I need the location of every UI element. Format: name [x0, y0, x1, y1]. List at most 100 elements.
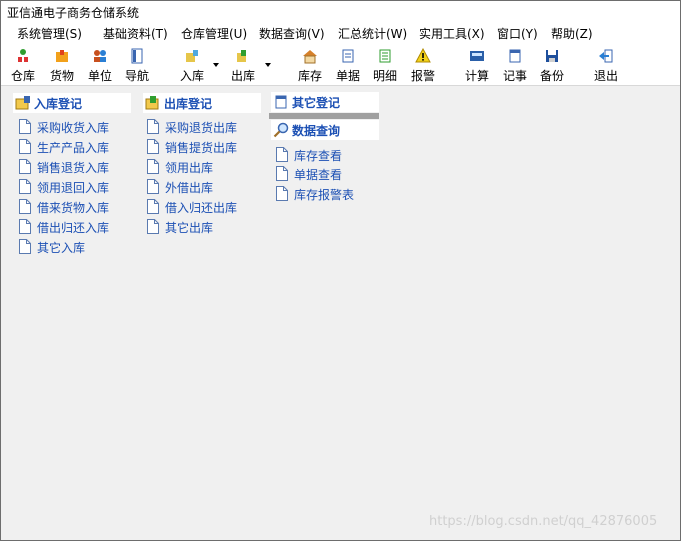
stock-in-link-label: 销售退货入库 [37, 161, 110, 175]
document-icon [147, 179, 159, 194]
stock-in-link-label: 借来货物入库 [37, 201, 110, 215]
alarm-icon [415, 48, 431, 63]
stock-in-button[interactable]: 入库 [175, 45, 209, 83]
stock-in-dropdown[interactable] [212, 61, 220, 69]
inventory-button[interactable]: 库存 [293, 45, 327, 83]
navigation-button[interactable]: 导航 [120, 45, 154, 83]
backup-icon [546, 50, 558, 62]
stock-in-panel-header: 入库登记 [13, 93, 131, 113]
details-label: 明细 [372, 69, 397, 83]
menu-basic-data[interactable]: 基础资料(T) [103, 25, 168, 42]
search-icon [273, 122, 289, 138]
notepad-icon [509, 49, 521, 63]
menu-data-query[interactable]: 数据查询(V) [259, 25, 325, 42]
goods-button[interactable]: 货物 [45, 45, 79, 83]
navigation-icon [131, 48, 143, 64]
menu-warehouse[interactable]: 仓库管理(U) [181, 25, 247, 42]
menu-window[interactable]: 窗口(Y) [497, 25, 538, 42]
exit-button[interactable]: 退出 [589, 45, 623, 83]
units-button[interactable]: 单位 [83, 45, 117, 83]
notepad-label: 记事 [502, 69, 527, 83]
stock-in-label: 入库 [179, 69, 204, 83]
alarm-label: 报警 [410, 69, 435, 83]
menu-statistics[interactable]: 汇总统计(W) [338, 25, 407, 42]
document-icon [147, 159, 159, 174]
warehouse-label: 仓库 [10, 69, 35, 83]
documents-label: 单据 [335, 69, 360, 83]
stock-out-label: 出库 [230, 69, 255, 83]
menu-tools[interactable]: 实用工具(X) [419, 25, 485, 42]
stock-out-link-label: 外借出库 [165, 181, 214, 195]
document-icon [19, 179, 31, 194]
inventory-label: 库存 [297, 69, 322, 83]
stock-out-button[interactable]: 出库 [226, 45, 260, 83]
query-link-label: 库存报警表 [294, 188, 355, 202]
details-button[interactable]: 明细 [368, 45, 402, 83]
document-icon [19, 219, 31, 234]
goods-label: 货物 [49, 69, 74, 83]
stock-out-link-label: 采购退货出库 [165, 121, 238, 135]
watermark: https://blog.csdn.net/qq_42876005 [429, 514, 658, 529]
stock-in-link-label: 借出归还入库 [37, 221, 110, 235]
navigation-label: 导航 [124, 69, 149, 83]
chevron-down-icon [213, 63, 219, 67]
other-panel-header[interactable]: 其它登记 [271, 92, 379, 112]
notebook-icon [275, 95, 287, 109]
document-icon [276, 166, 288, 181]
chevron-down-icon [265, 63, 271, 67]
stock-in-link-label: 采购收货入库 [37, 121, 110, 135]
stock-in-link-label: 生产产品入库 [37, 141, 110, 155]
stock-in-link-label: 其它入库 [37, 241, 86, 255]
panel-separator [269, 113, 379, 119]
notepad-button[interactable]: 记事 [498, 45, 532, 83]
query-panel-title: 数据查询 [292, 124, 341, 138]
title-bar[interactable]: 亚信通电子商务仓储系统 [1, 1, 680, 21]
document-icon [19, 159, 31, 174]
folder-box-icon [145, 96, 159, 110]
app-window: 亚信通电子商务仓储系统 系统管理(S) 基础资料(T) 仓库管理(U) 数据查询… [0, 0, 681, 541]
details-icon [379, 49, 391, 63]
stock-out-icon [237, 50, 246, 62]
calculator-label: 计算 [464, 69, 489, 83]
exit-icon [599, 49, 613, 63]
stock-out-link-label: 销售提货出库 [165, 141, 238, 155]
query-link-label: 库存查看 [294, 149, 343, 163]
document-icon [147, 119, 159, 134]
stock-out-link-label: 其它出库 [165, 221, 214, 235]
stock-out-dropdown[interactable] [264, 61, 272, 69]
calculator-icon [470, 51, 484, 61]
backup-label: 备份 [539, 69, 564, 83]
stock-out-panel-header: 出库登记 [143, 93, 261, 113]
document-icon [147, 199, 159, 214]
backup-button[interactable]: 备份 [535, 45, 569, 83]
stock-out-link-label: 借入归还出库 [165, 201, 238, 215]
menu-system[interactable]: 系统管理(S) [17, 25, 82, 42]
menu-bar: 系统管理(S) 基础资料(T) 仓库管理(U) 数据查询(V) 汇总统计(W) … [1, 21, 680, 43]
stock-in-panel-title: 入库登记 [34, 97, 83, 111]
inventory-icon [303, 50, 317, 64]
documents-button[interactable]: 单据 [331, 45, 365, 83]
query-panel-header: 数据查询 [271, 120, 379, 140]
document-icon [147, 219, 159, 234]
toolbar: 仓库 货物 单位 导航 入库 出库 库存 单据 明细 报警 计算 记事 备份 退… [1, 43, 680, 86]
folder-box-icon [15, 96, 30, 110]
units-icon [94, 50, 106, 62]
document-icon [19, 119, 31, 134]
warehouse-button[interactable]: 仓库 [6, 45, 40, 83]
documents-icon [342, 49, 354, 63]
stock-in-link-label: 领用退回入库 [37, 181, 110, 195]
menu-help[interactable]: 帮助(Z) [551, 25, 593, 42]
other-panel-title: 其它登记 [292, 96, 341, 110]
window-title: 亚信通电子商务仓储系统 [7, 6, 140, 20]
query-link-label: 单据查看 [294, 168, 343, 182]
alarm-button[interactable]: 报警 [406, 45, 440, 83]
goods-icon [56, 50, 68, 62]
exit-label: 退出 [593, 69, 618, 83]
document-icon [276, 147, 288, 162]
calculator-button[interactable]: 计算 [460, 45, 494, 83]
units-label: 单位 [87, 69, 112, 83]
main-content: 入库登记 采购收货入库 生产产品入库 销售退货入库 领用退回入库 借来货物入库 … [1, 86, 680, 540]
document-icon [276, 186, 288, 201]
document-icon [19, 139, 31, 154]
warehouse-icon [18, 49, 28, 62]
